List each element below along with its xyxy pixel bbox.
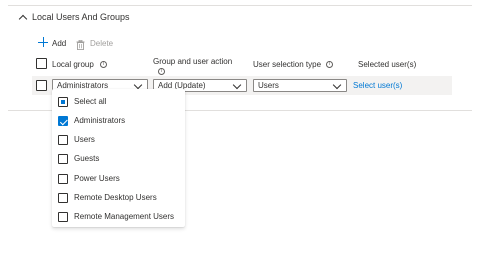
checkbox[interactable] [58,193,68,203]
menu-item-remote-management-users[interactable]: Remote Management Users [52,207,185,226]
select-all-rows-checkbox[interactable] [36,58,47,69]
checkbox[interactable] [58,97,68,107]
row-checkbox[interactable] [36,80,47,91]
select-users-link[interactable]: Select user(s) [353,81,402,90]
menu-item-remote-desktop-users[interactable]: Remote Desktop Users [52,188,185,207]
info-icon[interactable]: i [158,68,165,75]
checkbox[interactable] [58,135,68,145]
chevron-down-icon [232,80,242,90]
chevron-up-icon[interactable] [18,14,28,24]
add-button[interactable]: Add [52,39,66,48]
info-icon[interactable]: i [326,61,333,68]
header-user-selection-type: User selection type [253,60,322,69]
menu-item-label: Select all [74,97,107,106]
menu-item-users[interactable]: Users [52,130,185,149]
menu-item-guests[interactable]: Guests [52,149,185,168]
header-local-group: Local group [52,60,94,69]
plus-icon[interactable] [38,37,48,47]
checkbox[interactable] [58,116,68,126]
menu-item-label: Administrators [74,116,126,125]
menu-item-label: Users [74,135,95,144]
section-title[interactable]: Local Users And Groups [32,12,130,22]
checkbox[interactable] [58,154,68,164]
menu-item-select-all[interactable]: Select all [52,92,185,111]
user-selection-type-value: Users [258,81,279,90]
chevron-down-icon [332,80,342,90]
trash-icon [76,37,85,51]
info-icon[interactable]: i [100,61,107,68]
user-selection-type-dropdown[interactable]: Users [253,79,347,92]
menu-item-label: Power Users [74,174,120,183]
checkbox[interactable] [58,212,68,222]
menu-item-label: Remote Desktop Users [74,193,157,202]
delete-button: Delete [90,39,114,48]
checkbox[interactable] [58,174,68,184]
header-group-action: Group and user action [153,57,233,66]
menu-item-label: Guests [74,154,100,163]
chevron-down-icon [133,80,143,90]
local-group-options-menu: Select all Administrators Users Guests P… [52,89,185,227]
top-divider [8,5,472,6]
menu-item-power-users[interactable]: Power Users [52,169,185,188]
menu-item-label: Remote Management Users [74,212,175,221]
header-selected-users: Selected user(s) [358,60,417,69]
menu-item-administrators[interactable]: Administrators [52,111,185,130]
